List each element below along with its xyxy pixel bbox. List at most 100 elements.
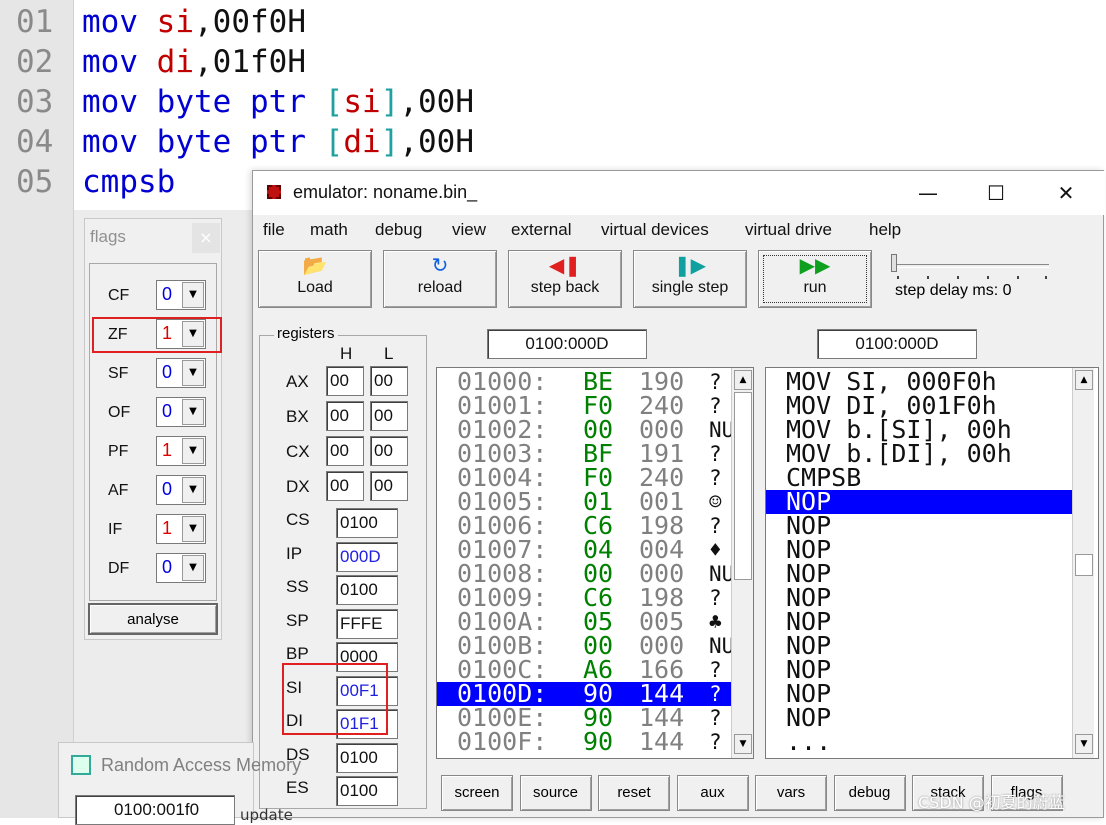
flag-value: 0	[162, 479, 173, 499]
code-token: byte ptr	[156, 124, 306, 160]
flag-name: OF	[108, 404, 131, 421]
flag-select[interactable]: 0 ▼	[156, 280, 206, 310]
register-es-field[interactable]: 0100	[336, 776, 398, 806]
vars-button[interactable]: vars	[755, 775, 827, 811]
chevron-down-icon[interactable]: ▼	[182, 438, 204, 464]
register-ss-field[interactable]: 0100	[336, 575, 398, 605]
line-number: 05	[16, 164, 54, 200]
minimize-icon[interactable]: —	[905, 177, 951, 209]
flag-value: 0	[162, 557, 173, 577]
load-button[interactable]: 📂 Load	[258, 250, 372, 308]
reload-button[interactable]: ↻ reload	[383, 250, 497, 308]
flag-select[interactable]: 1 ▼	[156, 436, 206, 466]
memory-list[interactable]: 01000: BE 190? 01001: F0 240? 01002: 00 000 NU 010…	[436, 367, 754, 759]
register-dl-field[interactable]: 00	[370, 471, 408, 501]
register-ah-field[interactable]: 00	[326, 366, 364, 396]
chevron-down-icon[interactable]: ▼	[182, 282, 204, 308]
close-icon[interactable]: ✕	[1043, 177, 1089, 209]
run-button[interactable]: ▶▶ run	[758, 250, 872, 308]
disasm-address-input[interactable]: 0100:000D	[817, 329, 977, 359]
register-h-header: H	[340, 344, 353, 363]
register-al-field[interactable]: 00	[370, 366, 408, 396]
step-delay-slider-thumb[interactable]	[891, 254, 897, 272]
chip-icon	[267, 185, 281, 199]
step-back-button[interactable]: ◀❚ step back	[508, 250, 622, 308]
flag-name: AF	[108, 482, 129, 499]
flag-row-df: DF 0 ▼	[90, 553, 218, 587]
register-ch-field[interactable]: 00	[326, 436, 364, 466]
ram-address-input[interactable]: 0100:001f0	[75, 795, 235, 825]
code-token: ,	[194, 44, 213, 80]
toolbar-label: Load	[297, 279, 333, 296]
ram-update-button[interactable]: update	[240, 806, 293, 824]
memory-scrollbar[interactable]: ▲ ▼	[731, 368, 753, 758]
flag-select[interactable]: 1 ▼	[156, 514, 206, 544]
register-sp-field[interactable]: FFFE	[336, 608, 398, 639]
chevron-down-icon[interactable]: ▼	[182, 477, 204, 503]
register-bh-field[interactable]: 00	[326, 401, 364, 431]
debug-button[interactable]: debug	[833, 775, 906, 811]
menu-virtual-drive[interactable]: virtual drive	[745, 220, 832, 240]
menu-debug[interactable]: debug	[375, 220, 422, 240]
reset-button[interactable]: reset	[598, 775, 670, 811]
menu-file[interactable]: file	[263, 220, 285, 240]
chevron-down-icon[interactable]: ▼	[182, 399, 204, 425]
flag-value: 0	[162, 284, 173, 304]
disassembly-scrollbar[interactable]: ▲ ▼	[1072, 368, 1094, 758]
disassembly-row[interactable]: ...	[766, 729, 1072, 754]
close-icon[interactable]: ×	[192, 223, 220, 253]
menu-view[interactable]: view	[452, 220, 486, 240]
menu-external[interactable]: external	[511, 220, 571, 240]
register-cl-field[interactable]: 00	[370, 436, 408, 466]
memory-address-input[interactable]: 0100:000D	[487, 329, 647, 359]
toolbar-label: reload	[417, 279, 463, 296]
screen-button[interactable]: screen	[441, 775, 513, 811]
memory-char: ?	[709, 370, 722, 394]
code-token: di	[343, 124, 381, 160]
step-delay-slider[interactable]	[895, 264, 1049, 268]
register-ip-field[interactable]: 000D	[336, 541, 398, 572]
register-bl-field[interactable]: 00	[370, 401, 408, 431]
flag-select[interactable]: 0 ▼	[156, 358, 206, 388]
flag-name: DF	[108, 560, 130, 577]
scroll-up-icon[interactable]: ▲	[734, 370, 752, 390]
maximize-icon[interactable]: ☐	[973, 177, 1019, 209]
source-button[interactable]: source	[519, 775, 592, 811]
chevron-down-icon[interactable]: ▼	[182, 555, 204, 581]
flag-select[interactable]: 0 ▼	[156, 397, 206, 427]
register-ds-field[interactable]: 0100	[336, 742, 398, 773]
menu-virtual-devices[interactable]: virtual devices	[601, 220, 709, 240]
memory-char: ?	[709, 586, 722, 610]
register-label-dx: DX	[286, 477, 310, 496]
chevron-down-icon[interactable]: ▼	[182, 516, 204, 542]
flags-group: CF 0 ▼ ZF 1 ▼ SF 0 ▼ OF 0 ▼ PF 1 ▼ AF 0 ▼ IF 1 ▼ DF 0 ▼	[89, 263, 217, 601]
flag-select[interactable]: 0 ▼	[156, 475, 206, 505]
code-token: ]	[380, 124, 400, 160]
memory-char: ?	[709, 466, 722, 490]
toolbar-label: run	[803, 279, 827, 296]
memory-row[interactable]: 0100F: 90 144?	[437, 729, 731, 754]
line-number: 02	[16, 44, 54, 80]
disassembly-list[interactable]: MOV SI, 000F0h MOV DI, 001F0h MOV b.[SI], …	[765, 367, 1099, 759]
scroll-thumb[interactable]	[734, 392, 752, 580]
aux-button[interactable]: aux	[676, 775, 749, 811]
code-token: cmpsb	[82, 164, 176, 200]
register-dh-field[interactable]: 00	[326, 471, 364, 501]
register-label-cx: CX	[286, 442, 310, 461]
flag-select[interactable]: 0 ▼	[156, 553, 206, 583]
memory-char: ?	[709, 706, 722, 730]
single-step-button[interactable]: ❚▶ single step	[633, 250, 747, 308]
menu-help[interactable]: help	[869, 220, 901, 240]
chevron-down-icon[interactable]: ▼	[182, 360, 204, 386]
analyse-button[interactable]: analyse	[88, 603, 218, 635]
register-cs-field[interactable]: 0100	[336, 508, 398, 538]
scroll-down-icon[interactable]: ▼	[734, 734, 752, 754]
menu-math[interactable]: math	[310, 220, 348, 240]
scroll-up-icon[interactable]: ▲	[1075, 370, 1093, 390]
scroll-thumb[interactable]	[1075, 554, 1093, 576]
flag-row-af: AF 0 ▼	[90, 475, 218, 509]
memory-char: ?	[709, 658, 722, 682]
scroll-down-icon[interactable]: ▼	[1075, 734, 1093, 754]
